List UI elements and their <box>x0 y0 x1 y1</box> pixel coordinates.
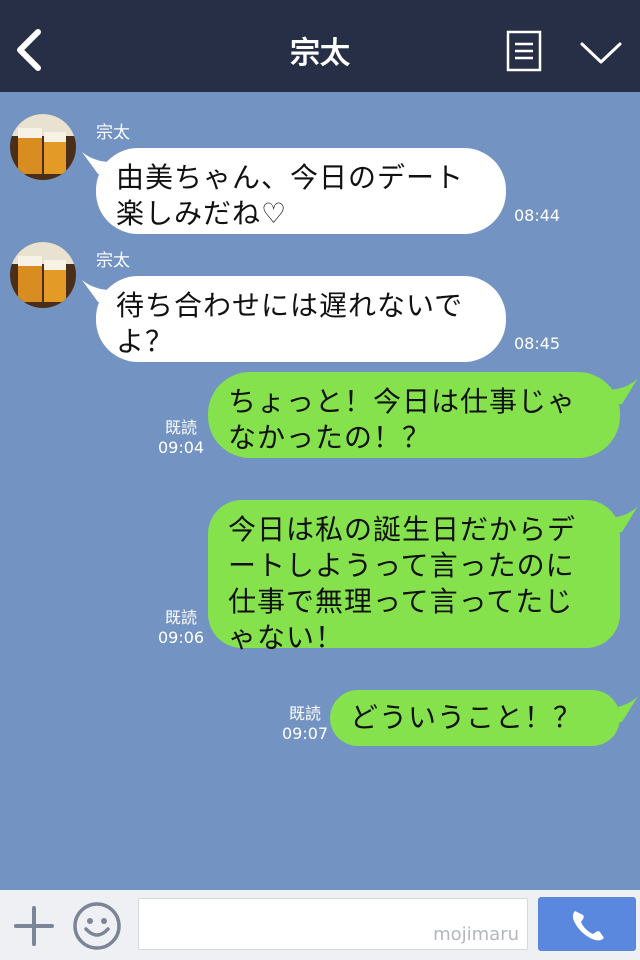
collapse-button[interactable] <box>578 36 624 70</box>
message-time: 08:45 <box>514 334 561 353</box>
beer-icon <box>10 114 76 180</box>
sender-name: 宗太 <box>96 251 130 271</box>
avatar[interactable] <box>10 114 76 180</box>
message-bubble[interactable]: ちょっと！今日は仕事じゃ なかったの！？ <box>208 372 620 458</box>
message-bubble[interactable]: 由美ちゃん、今日のデート 楽しみだね♡ <box>96 148 506 234</box>
emoji-button[interactable] <box>72 901 122 951</box>
message-time: 09:04 <box>158 438 205 457</box>
message-meta: 既読 09:04 <box>158 418 204 458</box>
chat-area[interactable]: 宗太 由美ちゃん、今日のデート 楽しみだね♡ 08:44 宗太 待ち合わせには遅… <box>0 92 640 890</box>
menu-button[interactable] <box>506 30 542 72</box>
message-meta: 既読 09:06 <box>158 608 204 648</box>
message-input[interactable]: mojimaru <box>138 898 528 950</box>
watermark: mojimaru <box>433 924 519 945</box>
message-time: 09:07 <box>282 724 329 743</box>
message-time: 09:06 <box>158 628 205 647</box>
message-bubble[interactable]: 待ち合わせには遅れないで よ？ <box>96 276 506 362</box>
read-receipt: 既読 <box>165 608 198 627</box>
message-time: 08:44 <box>514 206 561 225</box>
call-button[interactable] <box>538 897 636 951</box>
smiley-icon <box>73 902 121 950</box>
beer-icon <box>10 242 76 308</box>
sender-name: 宗太 <box>96 123 130 143</box>
add-button[interactable] <box>14 906 54 946</box>
read-receipt: 既読 <box>165 418 198 437</box>
input-bar: mojimaru <box>0 890 640 960</box>
chat-header: 宗太 <box>0 0 640 92</box>
menu-icon <box>506 30 542 72</box>
plus-icon <box>14 906 54 946</box>
chat-title: 宗太 <box>290 36 350 71</box>
message-bubble[interactable]: どういうこと！？ <box>330 690 620 746</box>
chevron-down-icon <box>580 42 622 64</box>
read-receipt: 既読 <box>289 704 322 723</box>
message-meta: 既読 09:07 <box>282 704 328 744</box>
message-bubble[interactable]: 今日は私の誕生日だからデ ートしようって言ったのに 仕事で無理って言ってたじ ゃ… <box>208 500 620 654</box>
phone-icon <box>572 911 604 941</box>
avatar[interactable] <box>10 242 76 308</box>
